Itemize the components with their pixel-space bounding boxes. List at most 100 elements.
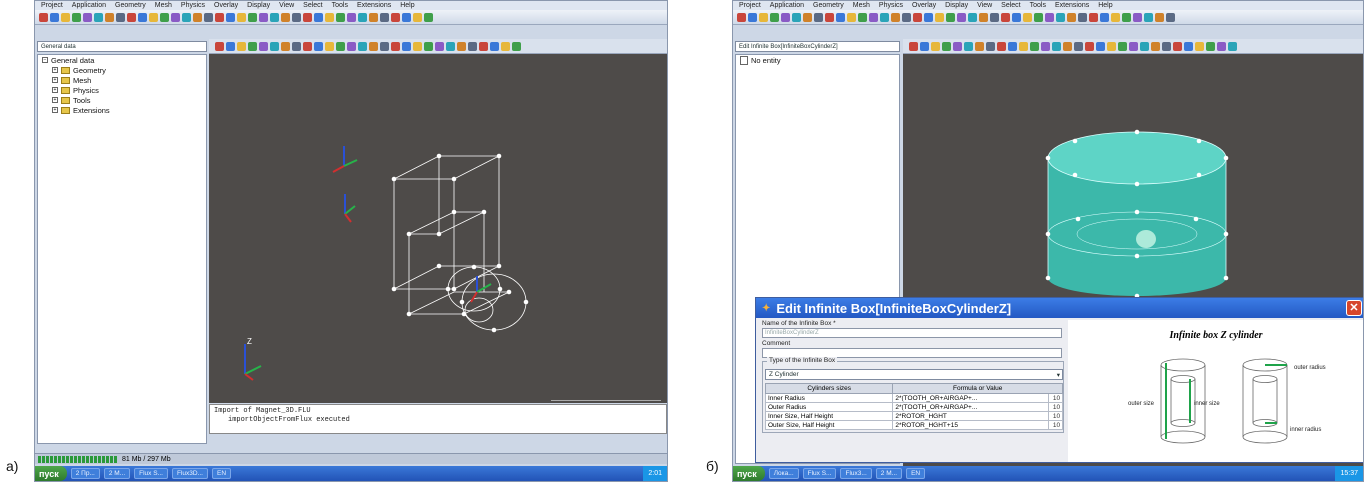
menu-item[interactable]: Project — [739, 2, 761, 9]
toolbar-tool-icon[interactable] — [391, 41, 400, 51]
toolbar-tool-icon[interactable] — [1001, 12, 1010, 22]
toolbar-tool-icon[interactable] — [913, 12, 922, 22]
toolbar-tool-icon[interactable] — [942, 41, 951, 51]
table-row[interactable]: Outer Size, Half Height 2*ROTOR_HGHT+15 10 — [764, 420, 1063, 430]
toolbar-tool-icon[interactable] — [979, 12, 988, 22]
toolbar-tool-icon[interactable] — [1166, 12, 1175, 22]
toolbar-tool-icon[interactable] — [1078, 12, 1087, 22]
table-row[interactable]: Inner Size, Half Height 2*ROTOR_HGHT 10 — [764, 411, 1063, 421]
menu-item[interactable]: Application — [72, 2, 106, 9]
toolbar-tool-icon[interactable] — [83, 12, 92, 22]
menu-item[interactable]: Extensions — [1055, 2, 1089, 9]
start-button[interactable]: пуск — [35, 466, 67, 481]
toolbar-tool-icon[interactable] — [237, 41, 246, 51]
start-button[interactable]: пуск — [733, 466, 765, 481]
menu-item[interactable]: Project — [41, 2, 63, 9]
collapse-icon[interactable]: − — [42, 57, 48, 63]
menu-item[interactable]: Overlay — [214, 2, 238, 9]
menu-item[interactable]: Geometry — [813, 2, 844, 9]
toolbar-tool-icon[interactable] — [270, 41, 279, 51]
toolbar-tool-icon[interactable] — [259, 41, 268, 51]
toolbar-tool-icon[interactable] — [149, 12, 158, 22]
tree-item-no-entity[interactable]: No entity — [736, 55, 899, 65]
row-button[interactable]: 10 — [1048, 420, 1063, 430]
toolbar-tool-icon[interactable] — [964, 41, 973, 51]
toolbar-tool-icon[interactable] — [94, 12, 103, 22]
toolbar-tool-icon[interactable] — [946, 12, 955, 22]
toolbar-tool-icon[interactable] — [402, 41, 411, 51]
toolbar-tool-icon[interactable] — [347, 12, 356, 22]
toolbar-tool-icon[interactable] — [226, 41, 235, 51]
toolbar-tool-icon[interactable] — [997, 41, 1006, 51]
toolbar-tool-icon[interactable] — [1096, 41, 1105, 51]
toolbar-tool-icon[interactable] — [814, 12, 823, 22]
toolbar-tool-icon[interactable] — [369, 41, 378, 51]
toolbar-tool-icon[interactable] — [858, 12, 867, 22]
taskbar-button[interactable]: Flux3... — [840, 468, 872, 479]
toolbar-tool-icon[interactable] — [424, 12, 433, 22]
expand-icon[interactable]: + — [52, 77, 58, 83]
toolbar-tool-icon[interactable] — [975, 41, 984, 51]
toolbar-tool-icon[interactable] — [72, 12, 81, 22]
toolbar-tool-icon[interactable] — [1019, 41, 1028, 51]
toolbar-tool-icon[interactable] — [380, 41, 389, 51]
toolbar-tool-icon[interactable] — [303, 12, 312, 22]
toolbar-tool-icon[interactable] — [1008, 41, 1017, 51]
menu-item[interactable]: Display — [247, 2, 270, 9]
expand-icon[interactable]: + — [52, 107, 58, 113]
toolbar-tool-icon[interactable] — [358, 12, 367, 22]
toolbar-tool-icon[interactable] — [781, 12, 790, 22]
toolbar-tool-icon[interactable] — [413, 41, 422, 51]
3d-viewport[interactable]: Z — [209, 54, 667, 403]
toolbar-tool-icon[interactable] — [369, 12, 378, 22]
toolbar-tool-icon[interactable] — [325, 12, 334, 22]
toolbar-tool-icon[interactable] — [1056, 12, 1065, 22]
toolbar-tool-icon[interactable] — [1063, 41, 1072, 51]
toolbar-tool-icon[interactable] — [990, 12, 999, 22]
toolbar-tool-icon[interactable] — [737, 12, 746, 22]
menu-item[interactable]: Geometry — [115, 2, 146, 9]
toolbar-tool-icon[interactable] — [226, 12, 235, 22]
toolbar-tool-icon[interactable] — [215, 12, 224, 22]
toolbar-tool-icon[interactable] — [281, 41, 290, 51]
toolbar-tool-icon[interactable] — [336, 41, 345, 51]
menu-item[interactable]: Overlay — [912, 2, 936, 9]
toolbar-tool-icon[interactable] — [1041, 41, 1050, 51]
toolbar-tool-icon[interactable] — [902, 12, 911, 22]
toolbar-tool-icon[interactable] — [1206, 41, 1215, 51]
toolbar-tool-icon[interactable] — [281, 12, 290, 22]
toolbar-tool-icon[interactable] — [1228, 41, 1237, 51]
toolbar-tool-icon[interactable] — [490, 41, 499, 51]
toolbar-tool-icon[interactable] — [116, 12, 125, 22]
toolbar-tool-icon[interactable] — [171, 12, 180, 22]
menu-item[interactable]: Select — [1001, 2, 1020, 9]
row-button[interactable]: 10 — [1048, 411, 1063, 421]
toolbar-tool-icon[interactable] — [1034, 12, 1043, 22]
menu-item[interactable]: Application — [770, 2, 804, 9]
taskbar-button[interactable]: 2 M... — [103, 468, 131, 479]
toolbar-tool-icon[interactable] — [127, 12, 136, 22]
toolbar-tool-icon[interactable] — [259, 12, 268, 22]
toolbar-tool-icon[interactable] — [891, 12, 900, 22]
language-indicator[interactable]: EN — [906, 468, 926, 479]
toolbar-tool-icon[interactable] — [924, 12, 933, 22]
toolbar-tool-icon[interactable] — [920, 41, 929, 51]
row-value[interactable]: 2*ROTOR_HGHT — [892, 411, 1049, 421]
toolbar-tool-icon[interactable] — [957, 12, 966, 22]
toolbar-tool-icon[interactable] — [391, 12, 400, 22]
toolbar-tool-icon[interactable] — [986, 41, 995, 51]
toolbar-tool-icon[interactable] — [1107, 41, 1116, 51]
toolbar-tool-icon[interactable] — [237, 12, 246, 22]
toolbar-tool-icon[interactable] — [1085, 41, 1094, 51]
menu-item[interactable]: View — [977, 2, 992, 9]
toolbar-tool-icon[interactable] — [759, 12, 768, 22]
toolbar-tool-icon[interactable] — [1111, 12, 1120, 22]
toolbar-tool-icon[interactable] — [512, 41, 521, 51]
toolbar-tool-icon[interactable] — [1217, 41, 1226, 51]
toolbar-tool-icon[interactable] — [292, 41, 301, 51]
name-field[interactable]: InfiniteBoxCylinderZ — [762, 328, 1062, 338]
toolbar-tool-icon[interactable] — [435, 41, 444, 51]
menu-item[interactable]: Tools — [332, 2, 348, 9]
expand-icon[interactable]: + — [52, 87, 58, 93]
toolbar-tool-icon[interactable] — [1144, 12, 1153, 22]
